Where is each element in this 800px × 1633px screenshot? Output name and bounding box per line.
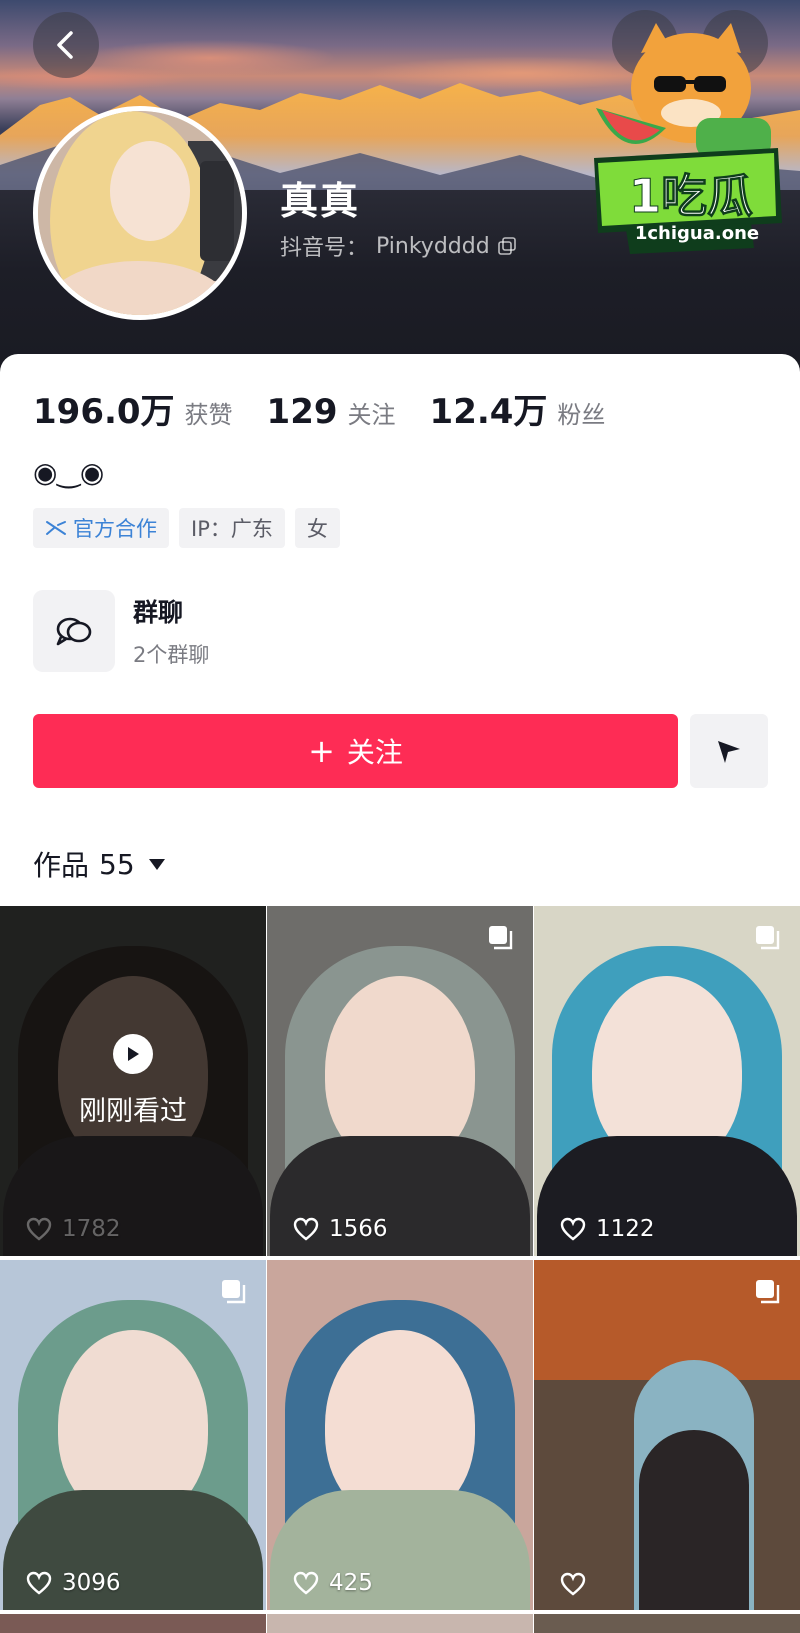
send-icon bbox=[718, 741, 740, 763]
group-chat-entry[interactable]: 群聊 2个群聊 bbox=[33, 590, 209, 672]
video-likes: 1122 bbox=[560, 1216, 655, 1242]
tag-ip-location: IP：广东 bbox=[179, 508, 285, 548]
watermark-url: 1chigua.one bbox=[634, 223, 760, 244]
copy-icon[interactable] bbox=[497, 237, 516, 255]
video-likes: 3096 bbox=[26, 1570, 121, 1596]
douyin-id-label: 抖音号： bbox=[280, 236, 369, 261]
profile-card: 196.0万 获赞 129 关注 12.4万 粉丝 ◉‿◉ 官方合作 IP：广东… bbox=[0, 354, 800, 1633]
video-thumbnail[interactable]: 刚刚看过 1782 bbox=[0, 906, 266, 1256]
heart-icon bbox=[26, 1571, 52, 1595]
video-likes bbox=[560, 1572, 596, 1596]
works-grid: 刚刚看过 1782 1566 1122 3096 425 bbox=[0, 906, 800, 1610]
play-icon bbox=[113, 1034, 153, 1074]
stat-likes-label: 获赞 bbox=[184, 401, 233, 429]
heart-icon bbox=[293, 1217, 319, 1241]
group-chat-title: 群聊 bbox=[133, 598, 184, 627]
stat-following[interactable]: 129 关注 bbox=[267, 392, 396, 432]
stats-row: 196.0万 获赞 129 关注 12.4万 粉丝 bbox=[33, 384, 639, 433]
watched-label: 刚刚看过 bbox=[79, 1096, 187, 1127]
group-chat-count: 2个群聊 bbox=[133, 643, 210, 667]
share-button[interactable] bbox=[690, 714, 768, 788]
video-likes-count: 1566 bbox=[329, 1216, 388, 1242]
tag-official-partnership[interactable]: 官方合作 bbox=[33, 508, 169, 548]
back-button[interactable] bbox=[33, 12, 99, 78]
watermark-text: 1吃瓜 bbox=[628, 169, 753, 224]
video-thumbnail[interactable]: 3096 bbox=[0, 1260, 266, 1610]
heart-icon bbox=[293, 1571, 319, 1595]
heart-icon bbox=[560, 1217, 586, 1241]
video-likes: 1782 bbox=[26, 1216, 121, 1242]
video-likes-count: 425 bbox=[329, 1570, 373, 1596]
works-count: 55 bbox=[99, 847, 135, 881]
video-thumbnail[interactable]: 1566 bbox=[267, 906, 533, 1256]
heart-icon bbox=[26, 1217, 52, 1241]
avatar-photo bbox=[38, 111, 242, 315]
group-chat-icon bbox=[33, 590, 115, 672]
stat-likes[interactable]: 196.0万 获赞 bbox=[33, 384, 233, 433]
profile-nickname: 真真 bbox=[280, 179, 361, 223]
multi-image-icon bbox=[756, 1280, 780, 1304]
multi-image-icon bbox=[222, 1280, 246, 1304]
douyin-id[interactable]: 抖音号： Pinkydddd bbox=[280, 230, 516, 262]
video-likes: 425 bbox=[293, 1570, 373, 1596]
video-thumbnail[interactable] bbox=[534, 1260, 800, 1610]
profile-tags: 官方合作 IP：广东 女 bbox=[33, 508, 340, 548]
multi-image-icon bbox=[489, 926, 513, 950]
follow-label: 关注 bbox=[346, 736, 403, 769]
caret-down-icon bbox=[148, 858, 165, 870]
watched-overlay bbox=[0, 906, 266, 1256]
multi-image-icon bbox=[756, 926, 780, 950]
douyin-id-value: Pinkydddd bbox=[376, 233, 490, 259]
video-thumbnail[interactable]: 425 bbox=[267, 1260, 533, 1610]
official-partner-icon bbox=[46, 521, 66, 535]
stat-following-label: 关注 bbox=[347, 401, 396, 429]
tag-official-label: 官方合作 bbox=[73, 517, 157, 541]
video-likes-count: 1122 bbox=[596, 1216, 655, 1242]
plus-icon: + bbox=[308, 732, 335, 770]
video-likes-count: 3096 bbox=[62, 1570, 121, 1596]
follow-button[interactable]: + 关注 bbox=[33, 714, 678, 788]
tag-gender: 女 bbox=[294, 508, 340, 548]
works-label: 作品 bbox=[33, 849, 90, 882]
video-likes: 1566 bbox=[293, 1216, 388, 1242]
stat-followers-label: 粉丝 bbox=[557, 401, 606, 429]
next-row-peek bbox=[0, 1614, 800, 1633]
stat-likes-value: 196.0万 bbox=[33, 392, 175, 432]
works-tab[interactable]: 作品 55 bbox=[33, 844, 165, 884]
profile-bio: ◉‿◉ bbox=[33, 456, 105, 489]
avatar[interactable] bbox=[33, 106, 247, 320]
stat-following-value: 129 bbox=[266, 392, 338, 432]
heart-icon bbox=[560, 1572, 586, 1596]
stat-followers-value: 12.4万 bbox=[429, 392, 548, 432]
video-thumbnail[interactable]: 1122 bbox=[534, 906, 800, 1256]
video-likes-count: 1782 bbox=[62, 1216, 121, 1242]
chevron-left-icon bbox=[57, 31, 73, 59]
stat-followers[interactable]: 12.4万 粉丝 bbox=[430, 384, 606, 433]
